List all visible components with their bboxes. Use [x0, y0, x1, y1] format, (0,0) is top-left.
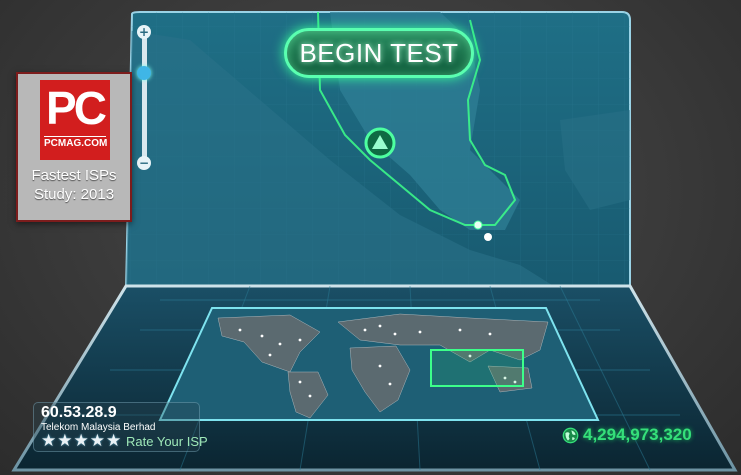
current-region-highlight[interactable] [430, 349, 524, 387]
globe-icon [562, 427, 579, 443]
award-caption-line1: Fastest ISPs [31, 167, 117, 184]
zoom-slider-track[interactable] [142, 32, 147, 162]
minus-icon[interactable]: − [137, 156, 151, 170]
plus-icon[interactable]: + [137, 25, 151, 39]
star-icon[interactable]: ★ [90, 432, 105, 450]
pcmag-award-badge[interactable]: PC PCMAG.COM Fastest ISPs Study: 2013 [16, 72, 132, 222]
pcmag-logo: PC PCMAG.COM [40, 80, 110, 160]
star-icon[interactable]: ★ [106, 432, 121, 450]
star-icon[interactable]: ★ [74, 432, 89, 450]
server-dot[interactable] [473, 220, 483, 230]
award-caption-line2: Study: 2013 [33, 186, 115, 203]
begin-test-button[interactable]: BEGIN TEST [284, 28, 474, 78]
pcmag-site-text: PCMAG.COM [44, 136, 108, 149]
server-dot[interactable] [484, 233, 492, 241]
server-count: 4,294,973,320 [562, 424, 692, 446]
award-caption: Fastest ISPs Study: 2013 [18, 166, 130, 204]
zoom-slider-thumb[interactable] [137, 66, 151, 80]
ip-address: 60.53.28.9 [41, 404, 117, 421]
star-icon[interactable]: ★ [57, 432, 72, 450]
isp-rating-stars[interactable]: ★ ★ ★ ★ ★ [41, 432, 121, 450]
server-count-value: 4,294,973,320 [583, 425, 692, 444]
rate-your-isp-link[interactable]: Rate Your ISP [126, 434, 208, 449]
star-icon[interactable]: ★ [41, 432, 56, 450]
pcmag-logo-text: PC [46, 82, 107, 134]
speedtest-stage: + − BEGIN TEST PC PCMAG.COM Fastest ISPs… [0, 0, 741, 475]
